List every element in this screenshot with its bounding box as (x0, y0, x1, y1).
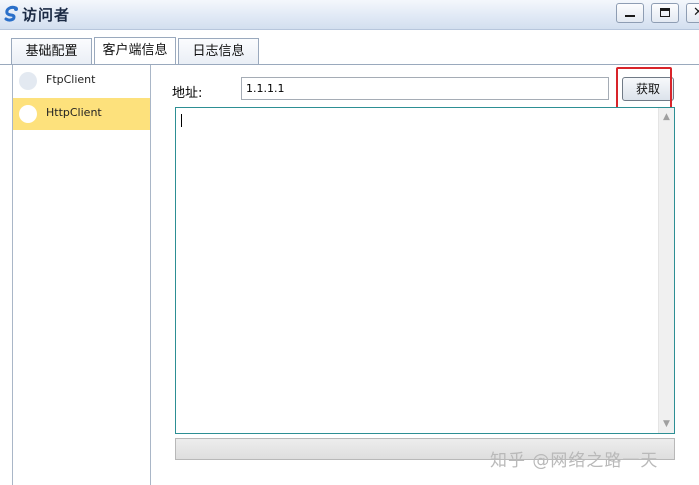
client-list[interactable]: FtpClient HttpClient (12, 65, 151, 485)
watermark: 知乎 @网络之路一天 (490, 451, 659, 471)
client-label: FtpClient (46, 73, 96, 86)
text-cursor (181, 114, 182, 127)
client-item-http[interactable]: HttpClient (13, 98, 150, 130)
tab-strip: 基础配置 客户端信息 日志信息 (0, 30, 699, 65)
window-title: 访问者 (22, 6, 71, 24)
scroll-down-icon[interactable]: ▼ (661, 418, 672, 430)
minimize-icon (625, 15, 635, 17)
client-item-ftp[interactable]: FtpClient (13, 65, 150, 97)
maximize-button[interactable] (651, 3, 679, 23)
client-label: HttpClient (46, 106, 102, 119)
vertical-scrollbar[interactable]: ▲ ▼ (658, 108, 674, 433)
close-button[interactable]: ✕ (686, 3, 699, 23)
output-textarea[interactable]: ▲ ▼ (175, 107, 675, 434)
tab-basic-config[interactable]: 基础配置 (11, 38, 92, 65)
minimize-button[interactable] (616, 3, 644, 23)
client-status-icon (19, 105, 37, 123)
maximize-icon (660, 8, 670, 17)
app-logo-icon (4, 5, 18, 22)
title-bar[interactable]: 访问者 ✕ (0, 0, 699, 30)
scroll-up-icon[interactable]: ▲ (661, 111, 672, 123)
tab-log-info[interactable]: 日志信息 (178, 38, 259, 65)
address-input[interactable] (241, 77, 609, 100)
address-label: 地址: (172, 86, 203, 101)
tab-client-info[interactable]: 客户端信息 (94, 37, 176, 65)
client-status-icon (19, 72, 37, 90)
close-icon: ✕ (693, 5, 699, 20)
